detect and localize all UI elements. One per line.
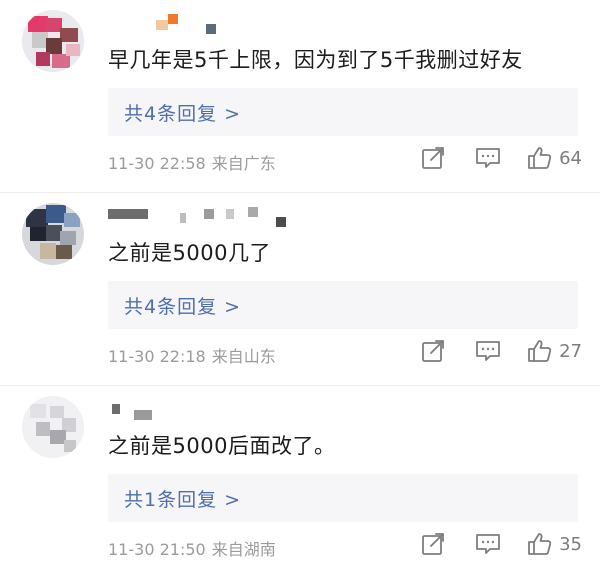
thumbs-up-icon: [528, 147, 552, 169]
thumbs-up-icon: [528, 533, 552, 555]
avatar[interactable]: [22, 203, 84, 265]
comment-time: 11-30 22:58: [108, 154, 206, 173]
comment-text: 早几年是5千上限，因为到了5千我删过好友: [108, 48, 523, 72]
avatar[interactable]: [22, 396, 84, 458]
share-icon[interactable]: [421, 339, 447, 363]
comment-meta: 11-30 22:18 来自山东: [108, 343, 276, 367]
comment-meta: 11-30 22:58 来自广东: [108, 150, 276, 174]
comment-location: 来自山东: [211, 347, 276, 366]
share-icon[interactable]: [421, 146, 447, 170]
comment-time: 11-30 21:50: [108, 540, 206, 559]
replies-box[interactable]: 共4条回复 >: [108, 88, 578, 136]
comment-item: 之前是5000几了 共4条回复 > 11-30 22:18 来自山东 27: [0, 192, 600, 385]
like-count: 35: [559, 533, 582, 555]
comment-icon[interactable]: [475, 146, 501, 170]
view-replies-link[interactable]: 共4条回复 >: [124, 99, 241, 126]
view-replies-link[interactable]: 共4条回复 >: [124, 292, 241, 319]
username-blurred[interactable]: [108, 14, 308, 34]
like-button[interactable]: 35: [527, 532, 582, 556]
comment-item: 早几年是5千上限，因为到了5千我删过好友 共4条回复 > 11-30 22:58…: [0, 0, 600, 192]
comment-location: 来自广东: [211, 154, 276, 173]
comment-icon[interactable]: [475, 339, 501, 363]
like-count: 64: [559, 147, 582, 169]
comment-time: 11-30 22:18: [108, 347, 206, 366]
comment-actions: 64: [421, 146, 582, 170]
comment-item: 之前是5000后面改了。 共1条回复 > 11-30 21:50 来自湖南 35: [0, 385, 600, 578]
username-blurred[interactable]: [108, 400, 308, 420]
avatar[interactable]: [22, 10, 84, 72]
view-replies-link[interactable]: 共1条回复 >: [124, 485, 241, 512]
replies-box[interactable]: 共4条回复 >: [108, 281, 578, 329]
replies-box[interactable]: 共1条回复 >: [108, 474, 578, 522]
thumbs-up-icon: [528, 340, 552, 362]
comment-text: 之前是5000几了: [108, 241, 271, 265]
comment-location: 来自湖南: [211, 540, 276, 559]
comment-icon[interactable]: [475, 532, 501, 556]
share-icon[interactable]: [421, 532, 447, 556]
like-count: 27: [559, 340, 582, 362]
username-blurred[interactable]: [108, 207, 308, 227]
comment-text: 之前是5000后面改了。: [108, 434, 336, 458]
comment-meta: 11-30 21:50 来自湖南: [108, 536, 276, 560]
like-button[interactable]: 64: [527, 146, 582, 170]
like-button[interactable]: 27: [527, 339, 582, 363]
comment-actions: 35: [421, 532, 582, 556]
comment-actions: 27: [421, 339, 582, 363]
